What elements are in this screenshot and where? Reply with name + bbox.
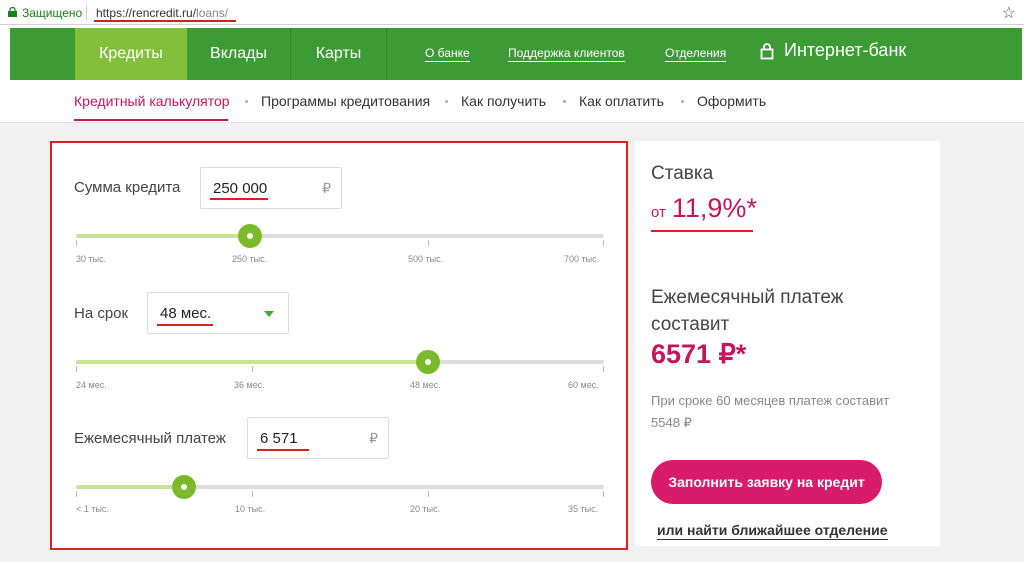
- apply-loan-button[interactable]: Заполнить заявку на кредит: [651, 460, 882, 504]
- ruble-sign: ₽: [369, 430, 378, 446]
- payment-note: При сроке 60 месяцев платеж составит 554…: [651, 393, 890, 430]
- secure-label: Защищено: [22, 6, 83, 20]
- url-host: https://rencredit.ru/: [96, 6, 197, 20]
- url-text[interactable]: https://rencredit.ru/loans/: [96, 6, 228, 20]
- amount-slider[interactable]: [76, 224, 604, 248]
- term-highlight-underline: [157, 324, 213, 326]
- term-scale-min: 24 мес.: [76, 380, 107, 390]
- rate-value: 11,9%*: [671, 193, 757, 223]
- payment-value: 6 571: [260, 430, 298, 447]
- tab-apply[interactable]: Оформить: [697, 93, 766, 109]
- slider-tick: [76, 240, 77, 246]
- term-scale-2: 36 мес.: [234, 380, 265, 390]
- rate-highlight-underline: [651, 230, 753, 232]
- term-slider-handle[interactable]: [416, 350, 441, 374]
- rate-block: от 11,9%*: [651, 193, 757, 224]
- amount-scale-min: 30 тыс.: [76, 254, 107, 264]
- amount-slider-fill: [76, 234, 251, 238]
- lock-icon: [8, 7, 17, 17]
- amount-input[interactable]: 250 000 ₽: [200, 167, 342, 209]
- term-scale-3: 48 мес.: [410, 380, 441, 390]
- subnav-separator: [563, 100, 566, 103]
- tab-credit-programs[interactable]: Программы кредитования: [261, 93, 430, 109]
- term-select[interactable]: 48 мес.: [147, 292, 289, 334]
- payment-slider-handle[interactable]: [172, 475, 197, 499]
- amount-scale-max: 700 тыс.: [564, 254, 600, 264]
- subnav-separator: [445, 100, 448, 103]
- internet-bank-label: Интернет-банк: [784, 40, 907, 60]
- amount-slider-handle[interactable]: [238, 224, 263, 248]
- payment-label: Ежемесячный платеж: [74, 430, 226, 447]
- url-highlight-underline: [94, 20, 236, 22]
- slider-tick: [603, 366, 604, 372]
- url-path: loans/: [196, 6, 229, 20]
- ruble-sign: ₽: [322, 180, 331, 196]
- tab-how-to-get[interactable]: Как получить: [461, 93, 546, 109]
- result-panel: Ставка от 11,9%* Ежемесячный платеж сост…: [635, 141, 940, 546]
- dropdown-arrow-icon: [264, 311, 274, 317]
- nav-divider: [386, 28, 387, 80]
- slider-tick: [252, 491, 253, 497]
- nav-item-deposits[interactable]: Вклады: [187, 28, 290, 80]
- term-slider-fill: [76, 360, 429, 364]
- loan-calculator: Сумма кредита 250 000 ₽ 30 тыс. 250 тыс.…: [50, 141, 628, 550]
- amount-scale-2: 250 тыс.: [232, 254, 268, 264]
- payment-input[interactable]: 6 571 ₽: [247, 417, 389, 459]
- amount-highlight-underline: [210, 198, 268, 200]
- amount-value: 250 000: [213, 180, 268, 197]
- subnav-separator: [681, 100, 684, 103]
- padlock-icon: [760, 42, 774, 59]
- rate-prefix: от: [651, 204, 666, 221]
- term-scale-max: 60 мес.: [568, 380, 599, 390]
- nav-link-branches[interactable]: Отделения: [665, 46, 727, 62]
- nav-item-credits[interactable]: Кредиты: [75, 28, 187, 80]
- payment-title-line1: Ежемесячный платеж: [651, 287, 844, 308]
- find-branch-link[interactable]: или найти ближайшее отделение: [657, 522, 888, 540]
- slider-tick: [428, 240, 429, 246]
- address-bar[interactable]: Защищено https://rencredit.ru/loans/ ☆: [0, 0, 1024, 25]
- amount-scale-3: 500 тыс.: [408, 254, 444, 264]
- bookmark-star-icon[interactable]: ☆: [1002, 3, 1016, 23]
- payment-scale-2: 10 тыс.: [235, 504, 266, 514]
- term-slider[interactable]: [76, 350, 604, 374]
- internet-bank-link[interactable]: Интернет-банк: [760, 40, 906, 61]
- active-tab-underline: [74, 119, 228, 121]
- nav-link-support[interactable]: Поддержка клиентов: [508, 46, 625, 62]
- slider-tick: [603, 491, 604, 497]
- payment-slider-fill: [76, 485, 185, 489]
- payment-slider[interactable]: [76, 475, 604, 499]
- subnav-separator: [245, 100, 248, 103]
- sub-nav: Кредитный калькулятор Программы кредитов…: [0, 80, 1024, 123]
- slider-tick: [603, 240, 604, 246]
- amount-label: Сумма кредита: [74, 179, 181, 196]
- tab-how-to-pay[interactable]: Как оплатить: [579, 93, 664, 109]
- slider-tick: [428, 491, 429, 497]
- payment-highlight-underline: [257, 449, 309, 451]
- nav-link-about[interactable]: О банке: [425, 46, 470, 62]
- payment-scale-3: 20 тыс.: [410, 504, 441, 514]
- slider-tick: [76, 491, 77, 497]
- payment-title-line2: составит: [651, 314, 730, 335]
- nav-item-cards[interactable]: Карты: [291, 28, 386, 80]
- term-value: 48 мес.: [160, 305, 212, 322]
- term-label: На срок: [74, 305, 129, 322]
- slider-tick: [252, 366, 253, 372]
- rate-title: Ставка: [651, 163, 714, 184]
- address-divider: [86, 5, 87, 20]
- payment-scale-max: 35 тыс.: [568, 504, 599, 514]
- tab-credit-calculator[interactable]: Кредитный калькулятор: [74, 93, 230, 109]
- main-nav: Кредиты Вклады Карты О банке Поддержка к…: [0, 25, 1024, 80]
- slider-tick: [76, 366, 77, 372]
- payment-scale-min: < 1 тыс.: [76, 504, 109, 514]
- monthly-payment-value: 6571 ₽*: [651, 339, 747, 369]
